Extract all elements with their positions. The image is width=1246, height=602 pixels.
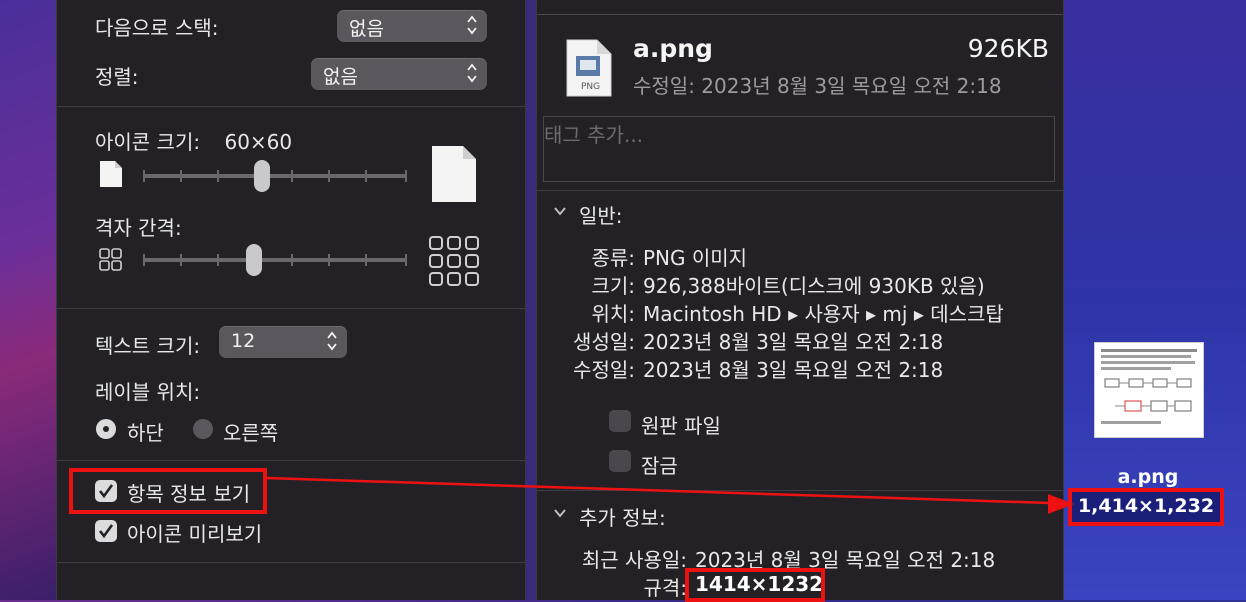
annotation-arrow bbox=[265, 476, 1074, 514]
arrow-head bbox=[1048, 494, 1074, 514]
arrow-line bbox=[265, 476, 1051, 505]
